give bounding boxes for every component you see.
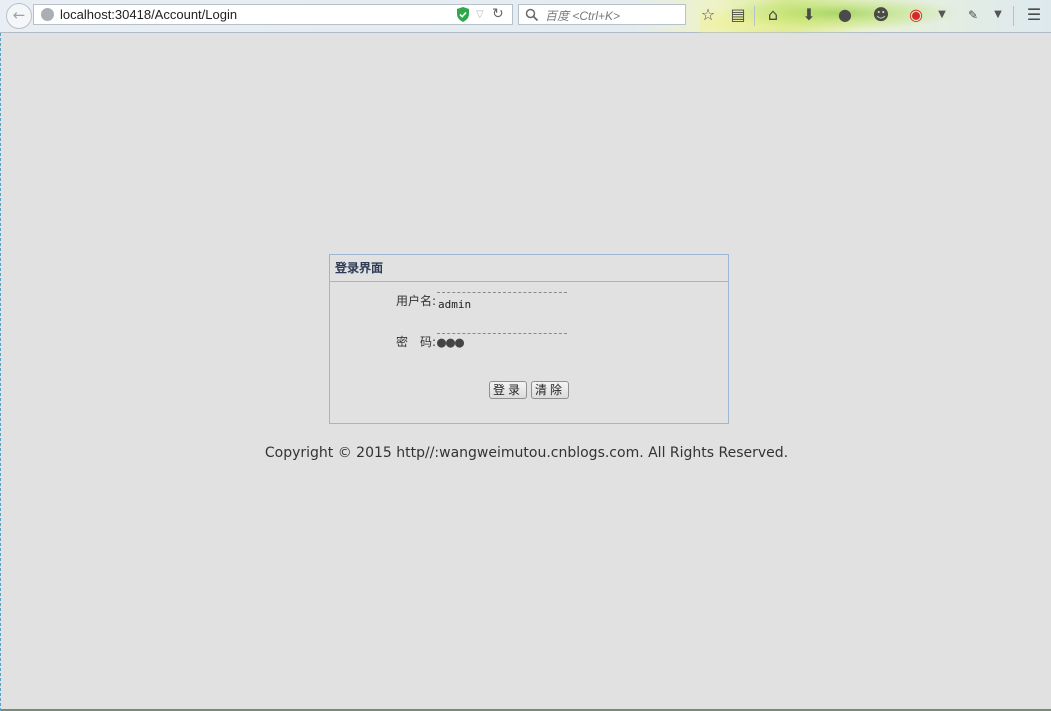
- url-dropdown-icon[interactable]: ▽: [476, 6, 484, 24]
- url-text: localhost:30418/Account/Login: [60, 7, 238, 22]
- browser-toolbar: ← localhost:30418/Account/Login ▽ ↻ 百度 <…: [0, 0, 1051, 33]
- clear-button[interactable]: 清除: [531, 381, 570, 399]
- search-icon: [525, 7, 539, 22]
- globe-icon: [41, 8, 54, 21]
- reload-icon[interactable]: ↻: [492, 5, 504, 23]
- extension-icon[interactable]: ✎: [962, 5, 984, 25]
- login-panel: 登录界面 用户名: 密 码: ●●● 登录 清除: [329, 254, 729, 424]
- username-input[interactable]: [437, 292, 567, 312]
- username-label: 用户名:: [395, 294, 436, 308]
- star-icon[interactable]: ☆: [697, 5, 719, 25]
- download-icon[interactable]: ⬇: [798, 5, 820, 25]
- back-arrow-icon: ←: [12, 6, 26, 24]
- password-label: 密 码:: [395, 335, 436, 349]
- extension-dropdown-icon[interactable]: ▼: [991, 5, 1005, 25]
- home-icon[interactable]: ⌂: [762, 5, 784, 25]
- password-input[interactable]: ●●●: [437, 333, 567, 353]
- back-button[interactable]: ←: [6, 3, 32, 29]
- login-button[interactable]: 登录: [489, 381, 528, 399]
- page-content: 登录界面 用户名: 密 码: ●●● 登录 清除 Copyright © 201…: [0, 33, 1051, 711]
- reading-list-icon[interactable]: ▤: [727, 5, 749, 25]
- shield-icon[interactable]: [456, 7, 470, 22]
- person-icon[interactable]: ☻: [870, 5, 892, 25]
- password-mask: ●●●: [437, 333, 465, 351]
- hamburger-menu-icon[interactable]: ☰: [1023, 5, 1045, 25]
- password-row: 密 码: ●●●: [330, 333, 728, 353]
- search-placeholder: 百度 <Ctrl+K>: [545, 9, 621, 23]
- chat-icon[interactable]: ●: [834, 5, 856, 25]
- weibo-dropdown-icon[interactable]: ▼: [935, 5, 949, 25]
- toolbar-separator: [754, 6, 755, 26]
- toolbar-separator: [1013, 6, 1014, 26]
- login-panel-title: 登录界面: [330, 255, 728, 282]
- url-bar[interactable]: localhost:30418/Account/Login ▽ ↻: [33, 4, 513, 25]
- search-bar[interactable]: 百度 <Ctrl+K>: [518, 4, 686, 25]
- username-row: 用户名:: [330, 292, 728, 312]
- copyright-text: Copyright © 2015 http//:wangweimutou.cnb…: [264, 445, 789, 461]
- weibo-icon[interactable]: ◉: [905, 5, 927, 25]
